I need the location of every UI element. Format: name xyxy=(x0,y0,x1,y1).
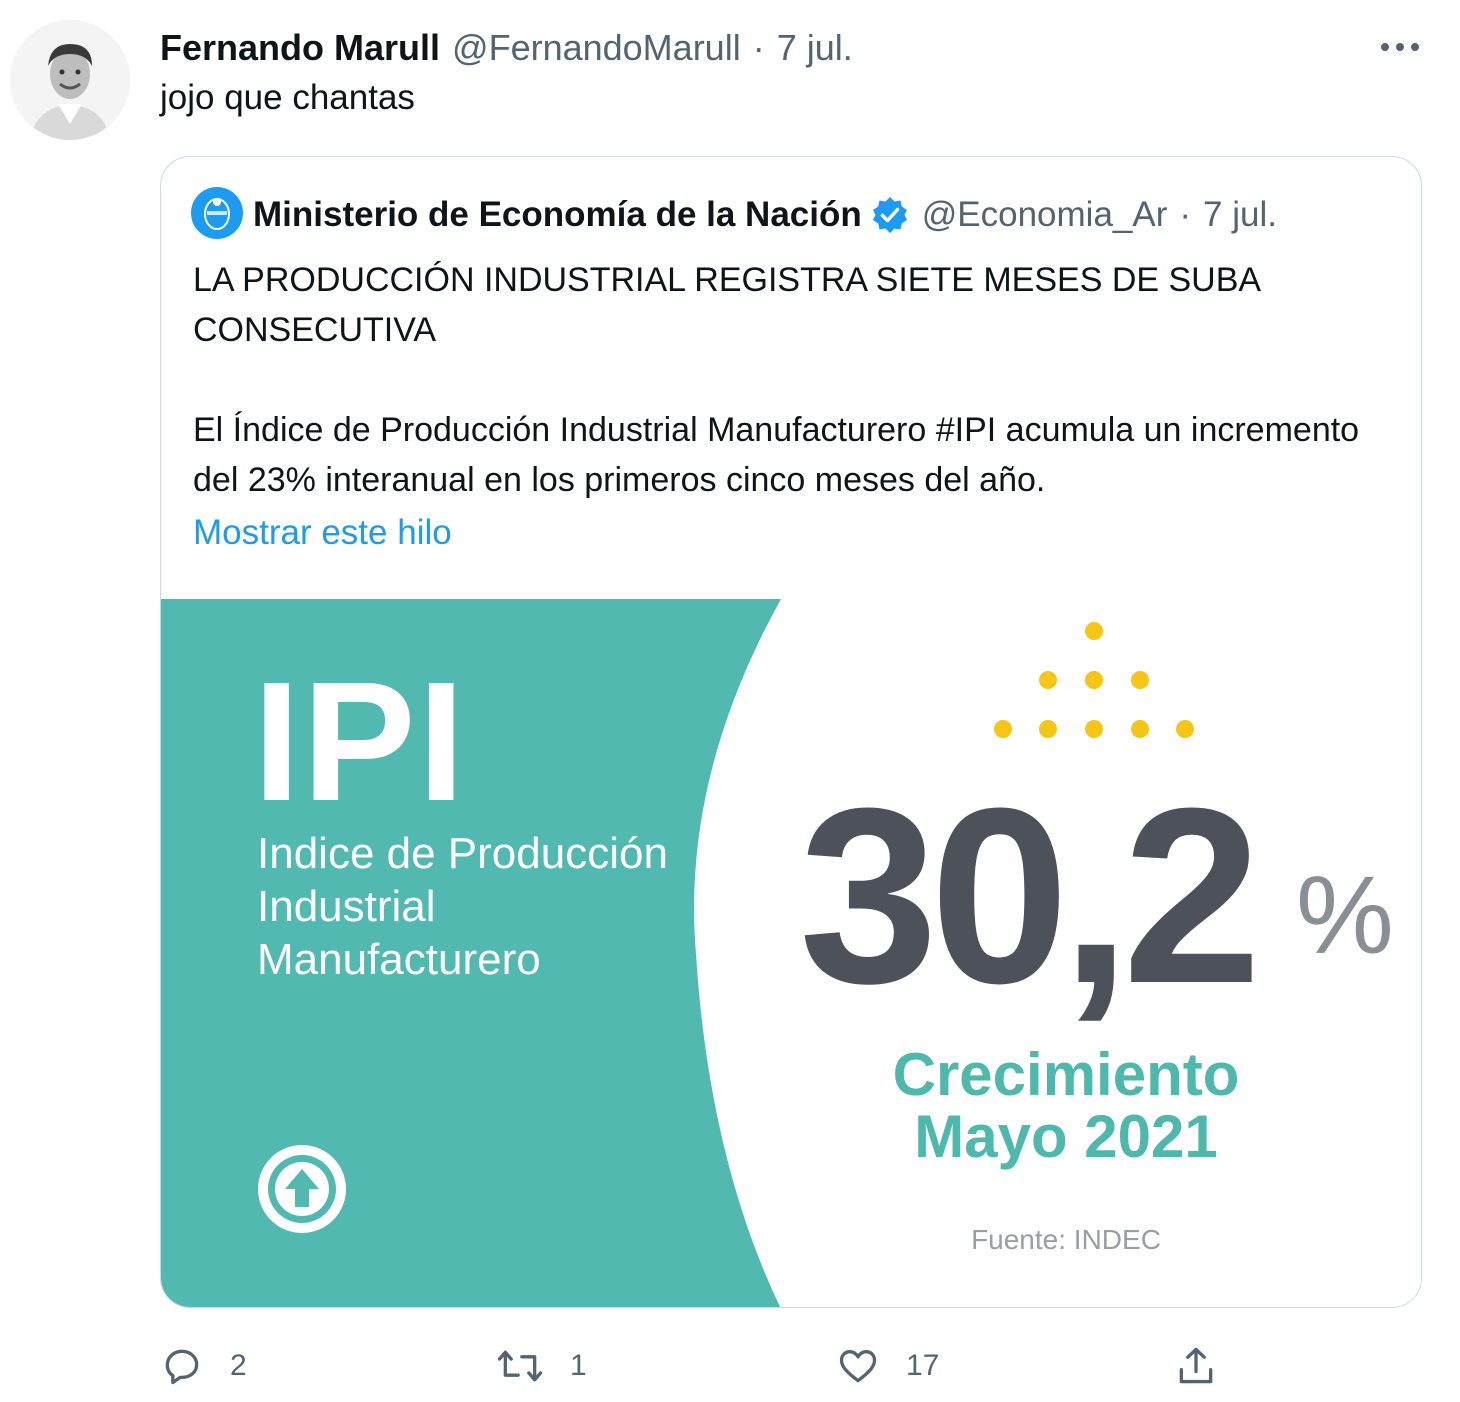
tweet-text: jojo que chantas xyxy=(160,78,415,117)
quoted-tweet-header: Ministerio de Economía de la Nación @Eco… xyxy=(253,189,1277,241)
reply-count: 2 xyxy=(230,1349,247,1382)
quoted-tweet-date[interactable]: 7 jul. xyxy=(1203,195,1277,235)
verified-badge-icon xyxy=(870,195,910,235)
more-icon xyxy=(1381,43,1419,51)
share-button[interactable] xyxy=(1174,1336,1218,1396)
growth-value: 30,2 xyxy=(799,756,1262,1035)
more-options-button[interactable] xyxy=(1378,30,1422,64)
heart-icon xyxy=(839,1350,877,1383)
tweet-date[interactable]: 7 jul. xyxy=(777,27,853,69)
quoted-paragraph-2: El Índice de Producción Industrial Manuf… xyxy=(193,411,1360,499)
dots-pattern xyxy=(994,622,1194,738)
quoted-tweet-card[interactable]: Ministerio de Economía de la Nación @Eco… xyxy=(160,156,1422,1308)
show-thread-link[interactable]: Mostrar este hilo xyxy=(193,513,452,553)
separator-dot: · xyxy=(1179,195,1192,234)
growth-line-1: Crecimiento xyxy=(892,1041,1240,1108)
quoted-paragraph-1: LA PRODUCCIÓN INDUSTRIAL REGISTRA SIETE … xyxy=(193,261,1260,349)
ipi-subtitle-line-3: Manufacturero xyxy=(257,935,541,984)
quoted-author-name[interactable]: Ministerio de Economía de la Nación xyxy=(253,195,862,235)
like-button[interactable]: 17 xyxy=(836,1336,939,1396)
up-arrow-icon xyxy=(258,1145,346,1233)
quoted-author-avatar[interactable] xyxy=(191,187,243,239)
coat-of-arms-icon xyxy=(204,198,230,230)
tweet-header: Fernando Marull @FernandoMarull · 7 jul. xyxy=(160,22,853,74)
tweet-actions: 2 1 17 xyxy=(160,1336,1260,1396)
tweet-image[interactable]: IPI Indice de Producción Industrial Manu… xyxy=(161,599,1421,1307)
retweet-button[interactable]: 1 xyxy=(496,1336,587,1396)
growth-caption: Crecimiento Mayo 2021 xyxy=(851,1044,1281,1168)
avatar-photo xyxy=(10,20,130,140)
author-avatar[interactable] xyxy=(10,20,130,140)
retweet-icon xyxy=(497,1350,543,1382)
ipi-title: IPI xyxy=(253,647,467,837)
ipi-subtitle-line-2: Industrial xyxy=(257,882,436,931)
like-count: 17 xyxy=(906,1349,940,1382)
growth-line-2: Mayo 2021 xyxy=(914,1103,1218,1170)
author-name[interactable]: Fernando Marull xyxy=(160,27,440,69)
quoted-tweet-text: LA PRODUCCIÓN INDUSTRIAL REGISTRA SIETE … xyxy=(193,255,1393,505)
percent-sign: % xyxy=(1296,854,1394,977)
quoted-author-handle[interactable]: @Economia_Ar xyxy=(922,195,1168,235)
image-source: Fuente: INDEC xyxy=(971,1224,1161,1255)
reply-icon xyxy=(165,1349,199,1385)
reply-button[interactable]: 2 xyxy=(160,1336,247,1396)
ipi-subtitle: Indice de Producción Industrial Manufact… xyxy=(257,827,737,986)
share-icon xyxy=(1179,1347,1213,1384)
author-handle[interactable]: @FernandoMarull xyxy=(452,27,741,69)
retweet-count: 1 xyxy=(570,1349,587,1382)
separator-dot: · xyxy=(752,27,765,68)
ipi-subtitle-line-1: Indice de Producción xyxy=(257,829,668,878)
